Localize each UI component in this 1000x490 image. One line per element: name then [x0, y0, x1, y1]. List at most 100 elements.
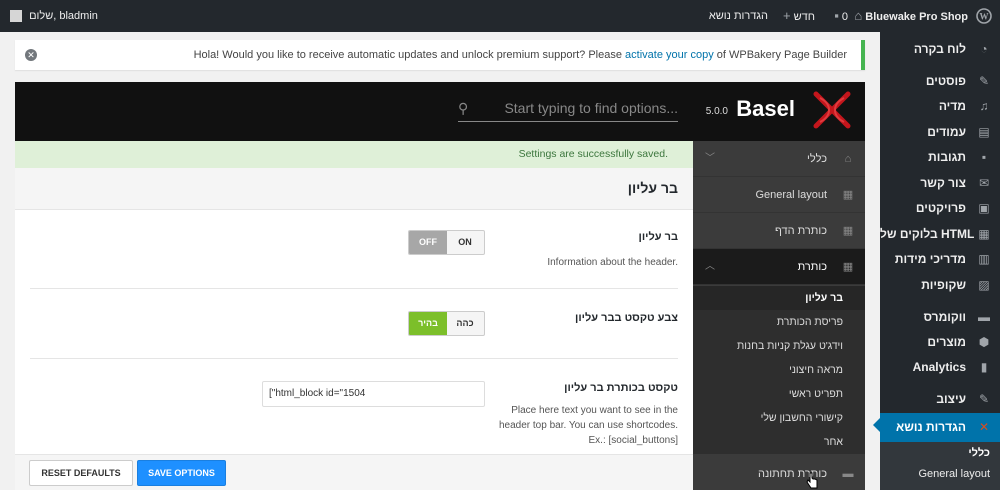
options-nav-item-header[interactable]: ▦ ︿ כותרת [693, 249, 865, 285]
nav-item-label: כותרת [797, 261, 827, 273]
user-account-link[interactable]: שלום, bladmin [10, 0, 98, 32]
sidebar-item-dashboard[interactable]: ◔ לוח בקרה [880, 36, 1000, 62]
theme-settings-submenu: כללי General layout [880, 442, 1000, 490]
current-menu-arrow [873, 418, 880, 432]
admin-sidebar: ◔ לוח בקרה ✎ פוסטים ♫ מדיה ▤ עמודים ▪ תגובות … [880, 32, 1000, 490]
text-color-toggle[interactable]: בהיר כהה [408, 311, 485, 336]
reset-defaults-button[interactable]: RESET DEFAULTS [29, 460, 133, 486]
options-nav-sub-header-layout[interactable]: פריסת הכותרת [693, 310, 865, 334]
option-title-top-bar: בר עליון [638, 231, 678, 243]
mail-icon: ✉ [978, 176, 990, 190]
sidebar-item-slides[interactable]: ▨ שקופיות [880, 272, 1000, 298]
home-icon: ⌂ [844, 153, 852, 165]
activate-copy-link[interactable]: activate your copy [625, 49, 714, 61]
dashboard-icon: ◔ [980, 42, 988, 56]
sidebar-item-projects[interactable]: ▣ פרויקטים [880, 195, 1000, 221]
theme-settings-link[interactable]: הגדרות נושא [709, 0, 768, 32]
plus-icon: + [782, 8, 791, 23]
options-footer-bar: RESET DEFAULTS SAVE OPTIONS [15, 454, 693, 490]
sidebar-item-contact[interactable]: ✉ צור קשר [880, 170, 1000, 196]
grid-icon: ▦ [978, 227, 990, 241]
save-options-button[interactable]: SAVE OPTIONS [137, 460, 226, 486]
options-nav-item-footer[interactable]: ▬ כותרת תחתונה [693, 456, 865, 490]
page-icon: ▤ [978, 125, 990, 139]
options-nav-sub-cart-widget[interactable]: וידג'ט עגלת קניות בחנות [693, 334, 865, 358]
comment-icon: ▪ [981, 150, 987, 164]
toggle-dark-option[interactable]: כהה [446, 312, 484, 335]
submenu-item-general[interactable]: כללי [968, 447, 990, 459]
comments-count: 0 [841, 11, 848, 23]
chevron-down-icon: ﹀ [705, 153, 715, 164]
basel-logo-icon [813, 91, 851, 129]
pin-icon: ✎ [978, 74, 990, 88]
options-nav-item-general-layout[interactable]: ▦ General layout [693, 177, 865, 213]
options-nav-sub-top-bar[interactable]: בר עליון [693, 286, 865, 310]
desc-line: Place here text you want to see in the [511, 405, 678, 416]
submenu-item-general-layout[interactable]: General layout [918, 468, 990, 480]
dismiss-notice-icon[interactable]: ✕ [25, 49, 37, 61]
sidebar-item-media[interactable]: ♫ מדיה [880, 93, 1000, 119]
sidebar-item-theme-settings[interactable]: ✕ הגדרות נושא [880, 413, 1000, 442]
options-nav-item-page-title[interactable]: ▦ כותרת הדף [693, 213, 865, 249]
sidebar-item-label: לוח בקרה [913, 42, 966, 56]
options-nav-sub-main-menu[interactable]: תפריט ראשי [693, 382, 865, 406]
theme-settings-label: הגדרות נושא [708, 10, 768, 22]
home-icon: ⌂ [854, 8, 863, 23]
wordpress-logo-icon[interactable]: W [976, 0, 992, 32]
sidebar-item-label: הגדרות נושא [896, 420, 966, 434]
sidebar-item-label: מוצרים [927, 335, 966, 349]
options-nav-item-general[interactable]: ⌂ ﹀ כללי [693, 141, 865, 177]
option-desc-top-bar: Information about the header. [547, 257, 678, 268]
option-desc-top-bar-text: Place here text you want to see in the h… [499, 403, 678, 448]
search-placeholder: Start typing to find options... [504, 100, 678, 116]
svg-text:W: W [980, 12, 989, 22]
options-nav-sub-appearance[interactable]: מראה חיצוני [693, 358, 865, 382]
admin-bar: W ⌂ Bluewake Pro Shop ▪ 0 + חדש הגדרות נ… [0, 0, 1000, 32]
sidebar-item-label: בלוקים של HTML [880, 227, 975, 241]
options-nav: ⌂ ﹀ כללי ▦ General layout ▦ כותרת הדף ▦ ︿ כותר… [693, 141, 865, 490]
sidebar-item-label: צור קשר [920, 176, 966, 190]
top-bar-text-field[interactable]: ["html_block id="1504 [262, 381, 485, 407]
sidebar-item-label: פוסטים [925, 74, 966, 88]
woo-icon: ▬ [978, 310, 990, 324]
chevron-up-icon: ︿ [705, 261, 715, 272]
options-content: Settings are successfully saved. בר עליו… [15, 141, 693, 490]
options-nav-sub-other[interactable]: אחר [693, 430, 865, 454]
sidebar-item-html-blocks[interactable]: ▦ בלוקים של HTML [880, 221, 1000, 247]
media-icon: ♫ [979, 99, 989, 113]
sidebar-item-analytics[interactable]: ▮ Analytics [880, 354, 1000, 380]
update-notice: Hola! Would you like to receive automati… [15, 40, 865, 70]
sidebar-item-size-guides[interactable]: ▥ מדריכי מידות [880, 246, 1000, 272]
image-icon: ▨ [978, 278, 990, 292]
basel-logo-icon: ✕ [978, 420, 990, 434]
options-search-input[interactable]: Start typing to find options... ⚲ [458, 98, 678, 122]
sidebar-item-comments[interactable]: ▪ תגובות [880, 144, 1000, 170]
comments-link[interactable]: ▪ 0 [834, 0, 848, 32]
notice-text-before: Hola! Would you like to receive automati… [193, 49, 622, 61]
divider [30, 288, 678, 289]
box-icon: ⬢ [978, 335, 990, 349]
notice-text: Hola! Would you like to receive automati… [194, 40, 847, 70]
sidebar-item-posts[interactable]: ✎ פוסטים [880, 68, 1000, 94]
sidebar-item-label: ווקומרס [923, 310, 966, 324]
new-content-link[interactable]: + חדש [783, 0, 815, 32]
avatar [10, 10, 22, 23]
options-nav-sub-account-links[interactable]: קישורי החשבון שלי [693, 406, 865, 430]
site-name-link[interactable]: ⌂ Bluewake Pro Shop [854, 0, 968, 32]
toggle-on-option[interactable]: ON [446, 231, 484, 254]
footer-icon: ▬ [842, 468, 854, 480]
sidebar-item-appearance[interactable]: ✎ עיצוב [880, 386, 1000, 412]
top-bar-toggle[interactable]: OFF ON [408, 230, 485, 255]
sidebar-item-pages[interactable]: ▤ עמודים [880, 119, 1000, 145]
new-label: חדש [793, 11, 815, 23]
toggle-light-option[interactable]: בהיר [409, 312, 447, 335]
logo-text: Basel [736, 96, 795, 121]
sidebar-item-label: Analytics [912, 360, 966, 374]
sidebar-item-label: עיצוב [936, 392, 966, 406]
sidebar-item-label: שקופיות [921, 278, 966, 292]
sidebar-item-products[interactable]: ⬢ מוצרים [880, 329, 1000, 355]
option-title-text-color: צבע טקסט בבר עליון [575, 312, 678, 324]
toggle-off-option[interactable]: OFF [409, 231, 447, 254]
desc-line: Ex.: [social_buttons] [588, 435, 679, 446]
sidebar-item-woocommerce[interactable]: ▬ ווקומרס [880, 304, 1000, 330]
